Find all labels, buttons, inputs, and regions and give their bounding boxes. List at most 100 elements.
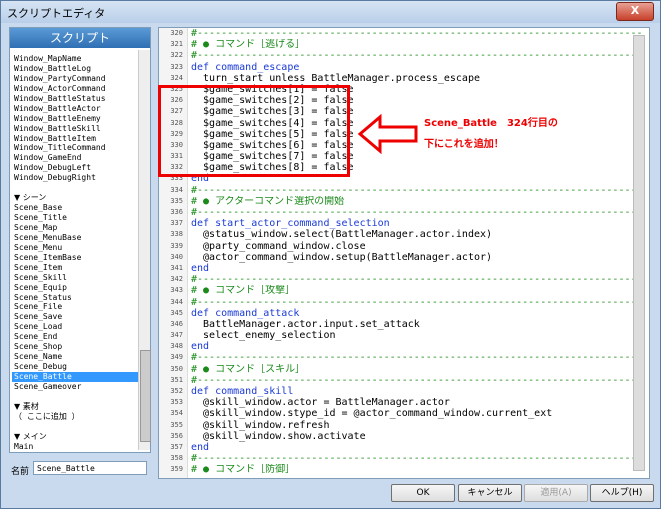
line-number: 348: [170, 342, 183, 351]
line-number: 353: [170, 398, 183, 407]
script-list-item[interactable]: Window_BattleStatus: [12, 94, 138, 104]
script-list-item[interactable]: Scene_Battle: [12, 372, 138, 382]
script-header: スクリプト: [10, 28, 150, 48]
list-section-header[interactable]: ▼ シーン: [12, 193, 138, 203]
line-number: 321: [170, 40, 183, 49]
script-list-panel: スクリプト Window_MapName Window_BattleLog Wind…: [9, 27, 151, 453]
line-number: 335: [170, 196, 183, 205]
script-list-item[interactable]: Scene_Title: [12, 213, 138, 223]
script-list-item[interactable]: Scene_Item: [12, 263, 138, 273]
script-list-item[interactable]: Scene_Load: [12, 322, 138, 332]
line-number: 358: [170, 454, 183, 463]
code-line[interactable]: #---------------------------------------…: [191, 28, 646, 39]
script-list-item[interactable]: （ ここに追加 ）: [12, 412, 138, 422]
code-line[interactable]: #---------------------------------------…: [191, 297, 646, 308]
code-line[interactable]: #---------------------------------------…: [191, 207, 646, 218]
code-line[interactable]: def command_attack: [191, 308, 646, 319]
code-line[interactable]: def start_actor_command_selection: [191, 218, 646, 229]
code-line[interactable]: @skill_window.show.activate: [191, 431, 646, 442]
scroll-thumb[interactable]: [140, 350, 151, 442]
editor-scrollbar[interactable]: [633, 35, 645, 471]
code-line[interactable]: #---------------------------------------…: [191, 50, 646, 61]
ok-button[interactable]: OK: [391, 484, 455, 502]
script-list-item[interactable]: Window_PartyCommand: [12, 74, 138, 84]
line-number: 357: [170, 442, 183, 451]
line-number: 343: [170, 286, 183, 295]
code-line[interactable]: @actor_command_window.setup(BattleManage…: [191, 252, 646, 263]
script-list-item[interactable]: Window_BattleActor: [12, 104, 138, 114]
code-line[interactable]: #---------------------------------------…: [191, 375, 646, 386]
script-list-item[interactable]: Window_DebugLeft: [12, 163, 138, 173]
script-list-item[interactable]: Window_BattleSkill: [12, 124, 138, 134]
script-list[interactable]: Window_MapName Window_BattleLog Window_Par…: [12, 54, 138, 450]
code-line[interactable]: # ● コマンド［防御］: [191, 464, 646, 475]
script-list-item[interactable]: Window_BattleItem: [12, 134, 138, 144]
list-section-header[interactable]: ▼ メイン: [12, 432, 138, 442]
script-list-item[interactable]: Scene_Debug: [12, 362, 138, 372]
line-number: 356: [170, 431, 183, 440]
line-number: 354: [170, 409, 183, 418]
script-list-item[interactable]: Main: [12, 442, 138, 450]
line-number: 355: [170, 420, 183, 429]
script-list-item[interactable]: Scene_End: [12, 332, 138, 342]
script-list-item[interactable]: Window_ActorCommand: [12, 84, 138, 94]
script-list-item[interactable]: Scene_Save: [12, 312, 138, 322]
script-list-item[interactable]: Window_BattleEnemy: [12, 114, 138, 124]
line-number: 352: [170, 387, 183, 395]
help-button[interactable]: ヘルプ(H): [590, 484, 654, 502]
code-line[interactable]: #---------------------------------------…: [191, 453, 646, 464]
line-number: 351: [170, 375, 183, 384]
script-list-item[interactable]: Window_MapName: [12, 54, 138, 64]
code-line[interactable]: @status_window.select(BattleManager.acto…: [191, 229, 646, 240]
script-list-item[interactable]: Scene_Status: [12, 293, 138, 303]
code-line[interactable]: end: [191, 263, 646, 274]
code-line[interactable]: #---------------------------------------…: [191, 185, 646, 196]
name-field[interactable]: Scene_Battle: [33, 461, 147, 475]
list-section-header[interactable]: ▼ 素材: [12, 402, 138, 412]
window-title: スクリプトエディタ: [7, 7, 106, 20]
annotation-line-2: 下にこれを追加！: [424, 139, 504, 150]
code-line[interactable]: #---------------------------------------…: [191, 352, 646, 363]
script-list-item[interactable]: Scene_Skill: [12, 273, 138, 283]
annotation-note: Scene_Battle 324行目の 下にこれを追加！: [424, 113, 558, 155]
code-line[interactable]: def command_skill: [191, 386, 646, 397]
cancel-button[interactable]: キャンセル: [458, 484, 522, 502]
apply-button[interactable]: 適用(A): [524, 484, 588, 502]
script-list-item[interactable]: Window_TitleCommand: [12, 143, 138, 153]
code-line[interactable]: def command_escape: [191, 62, 646, 73]
code-line[interactable]: @party_command_window.close: [191, 241, 646, 252]
code-line[interactable]: @skill_window.stype_id = @actor_command_…: [191, 408, 646, 419]
code-line[interactable]: end: [191, 341, 646, 352]
script-list-item[interactable]: Scene_Map: [12, 223, 138, 233]
script-list-item[interactable]: Scene_File: [12, 302, 138, 312]
code-line[interactable]: #---------------------------------------…: [191, 274, 646, 285]
title-bar[interactable]: スクリプトエディタ X: [1, 1, 660, 23]
script-list-item[interactable]: Scene_MenuBase: [12, 233, 138, 243]
code-line[interactable]: BattleManager.actor.input.set_attack: [191, 319, 646, 330]
script-list-item[interactable]: Scene_Gameover: [12, 382, 138, 392]
code-line[interactable]: turn_start unless BattleManager.process_…: [191, 73, 646, 84]
code-line[interactable]: # ● コマンド［スキル］: [191, 364, 646, 375]
highlight-box: [158, 85, 350, 177]
code-line[interactable]: @skill_window.actor = BattleManager.acto…: [191, 397, 646, 408]
code-line[interactable]: # ● アクターコマンド選択の開始: [191, 196, 646, 207]
script-list-item[interactable]: Window_BattleLog: [12, 64, 138, 74]
script-list-item[interactable]: Scene_Name: [12, 352, 138, 362]
script-list-item[interactable]: Scene_Equip: [12, 283, 138, 293]
script-list-item[interactable]: Window_DebugRight: [12, 173, 138, 183]
code-line[interactable]: # ● コマンド［逃げる］: [191, 39, 646, 50]
script-list-item[interactable]: Window_GameEnd: [12, 153, 138, 163]
script-list-item[interactable]: Scene_Menu: [12, 243, 138, 253]
script-list-item[interactable]: Scene_ItemBase: [12, 253, 138, 263]
code-line[interactable]: # ● コマンド［攻撃］: [191, 285, 646, 296]
code-line[interactable]: select_enemy_selection: [191, 330, 646, 341]
line-number: 338: [170, 230, 183, 239]
line-number: 342: [170, 275, 183, 284]
script-list-item[interactable]: Scene_Shop: [12, 342, 138, 352]
code-line[interactable]: end: [191, 442, 646, 453]
script-list-item[interactable]: Scene_Base: [12, 203, 138, 213]
close-button[interactable]: X: [616, 2, 654, 21]
code-line[interactable]: @skill_window.refresh: [191, 420, 646, 431]
line-number: 322: [170, 51, 183, 60]
script-list-scrollbar[interactable]: [138, 50, 151, 450]
